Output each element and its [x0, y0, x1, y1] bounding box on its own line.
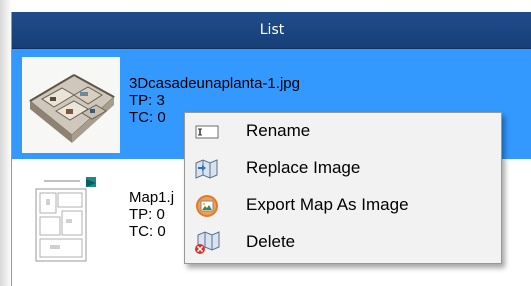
- item-filename: Map1.j: [129, 189, 175, 206]
- menu-item-rename[interactable]: Rename: [187, 114, 499, 150]
- menu-item-label: Rename: [246, 121, 311, 140]
- menu-item-replace-image[interactable]: Replace Image: [187, 151, 499, 187]
- item-tp-count: TP: 0: [129, 206, 165, 223]
- item-tp-count: TP: 3: [129, 92, 165, 109]
- floor-plan-image: [22, 171, 120, 267]
- menu-item-label: Export Map As Image: [246, 195, 409, 214]
- replace-image-icon: [193, 157, 221, 181]
- menu-item-label: Delete: [246, 232, 296, 251]
- item-details: Map1.j TP: 0 TC: 0: [129, 189, 174, 240]
- delete-icon: [193, 231, 221, 255]
- menu-item-delete[interactable]: Delete: [187, 225, 499, 261]
- export-image-icon: [193, 194, 221, 218]
- menu-item-export-map-as-image[interactable]: Export Map As Image: [187, 188, 499, 224]
- house-render-image: [22, 57, 120, 153]
- item-filename: 3Dcasadeunaplanta-1.jpg: [129, 75, 300, 92]
- map-thumbnail: [22, 57, 120, 153]
- map-thumbnail: [22, 171, 120, 267]
- panel-header: List: [12, 12, 531, 49]
- panel-title: List: [259, 22, 285, 38]
- context-menu: Rename Replace Image Export Map As Image: [184, 112, 502, 264]
- item-tc-count: TC: 0: [129, 223, 166, 240]
- menu-item-label: Replace Image: [246, 158, 361, 177]
- rename-icon: [193, 120, 221, 144]
